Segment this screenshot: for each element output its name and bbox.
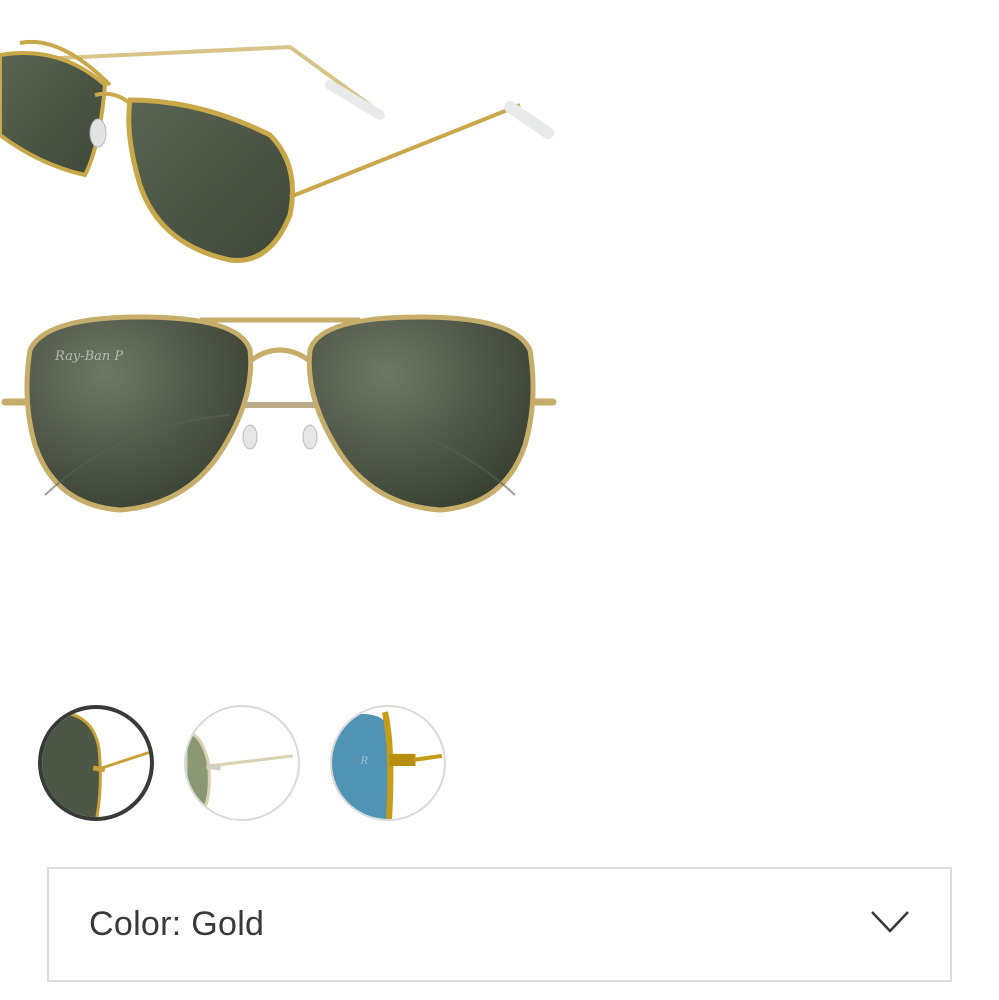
product-image-front: Ray-Ban P <box>0 305 560 525</box>
swatch-gold-blue-image: R <box>332 711 443 819</box>
product-image-angle <box>0 15 560 265</box>
swatch-gold-blue[interactable]: R <box>330 705 446 821</box>
swatch-gold-green[interactable] <box>38 705 154 821</box>
svg-text:R: R <box>360 756 369 767</box>
color-select-label: Color: Gold <box>89 905 265 943</box>
chevron-down-icon <box>870 910 910 939</box>
swatch-gold-green-image <box>42 710 150 817</box>
color-select[interactable]: Color: Gold <box>47 867 952 982</box>
sunglasses-front-image: Ray-Ban P <box>1 314 557 513</box>
swatch-silver-green-image <box>186 730 294 811</box>
color-swatches: R <box>38 705 446 821</box>
sunglasses-angle-image <box>0 40 554 263</box>
swatch-silver-green[interactable] <box>184 705 300 821</box>
brand-mark: Ray-Ban P <box>54 349 123 364</box>
